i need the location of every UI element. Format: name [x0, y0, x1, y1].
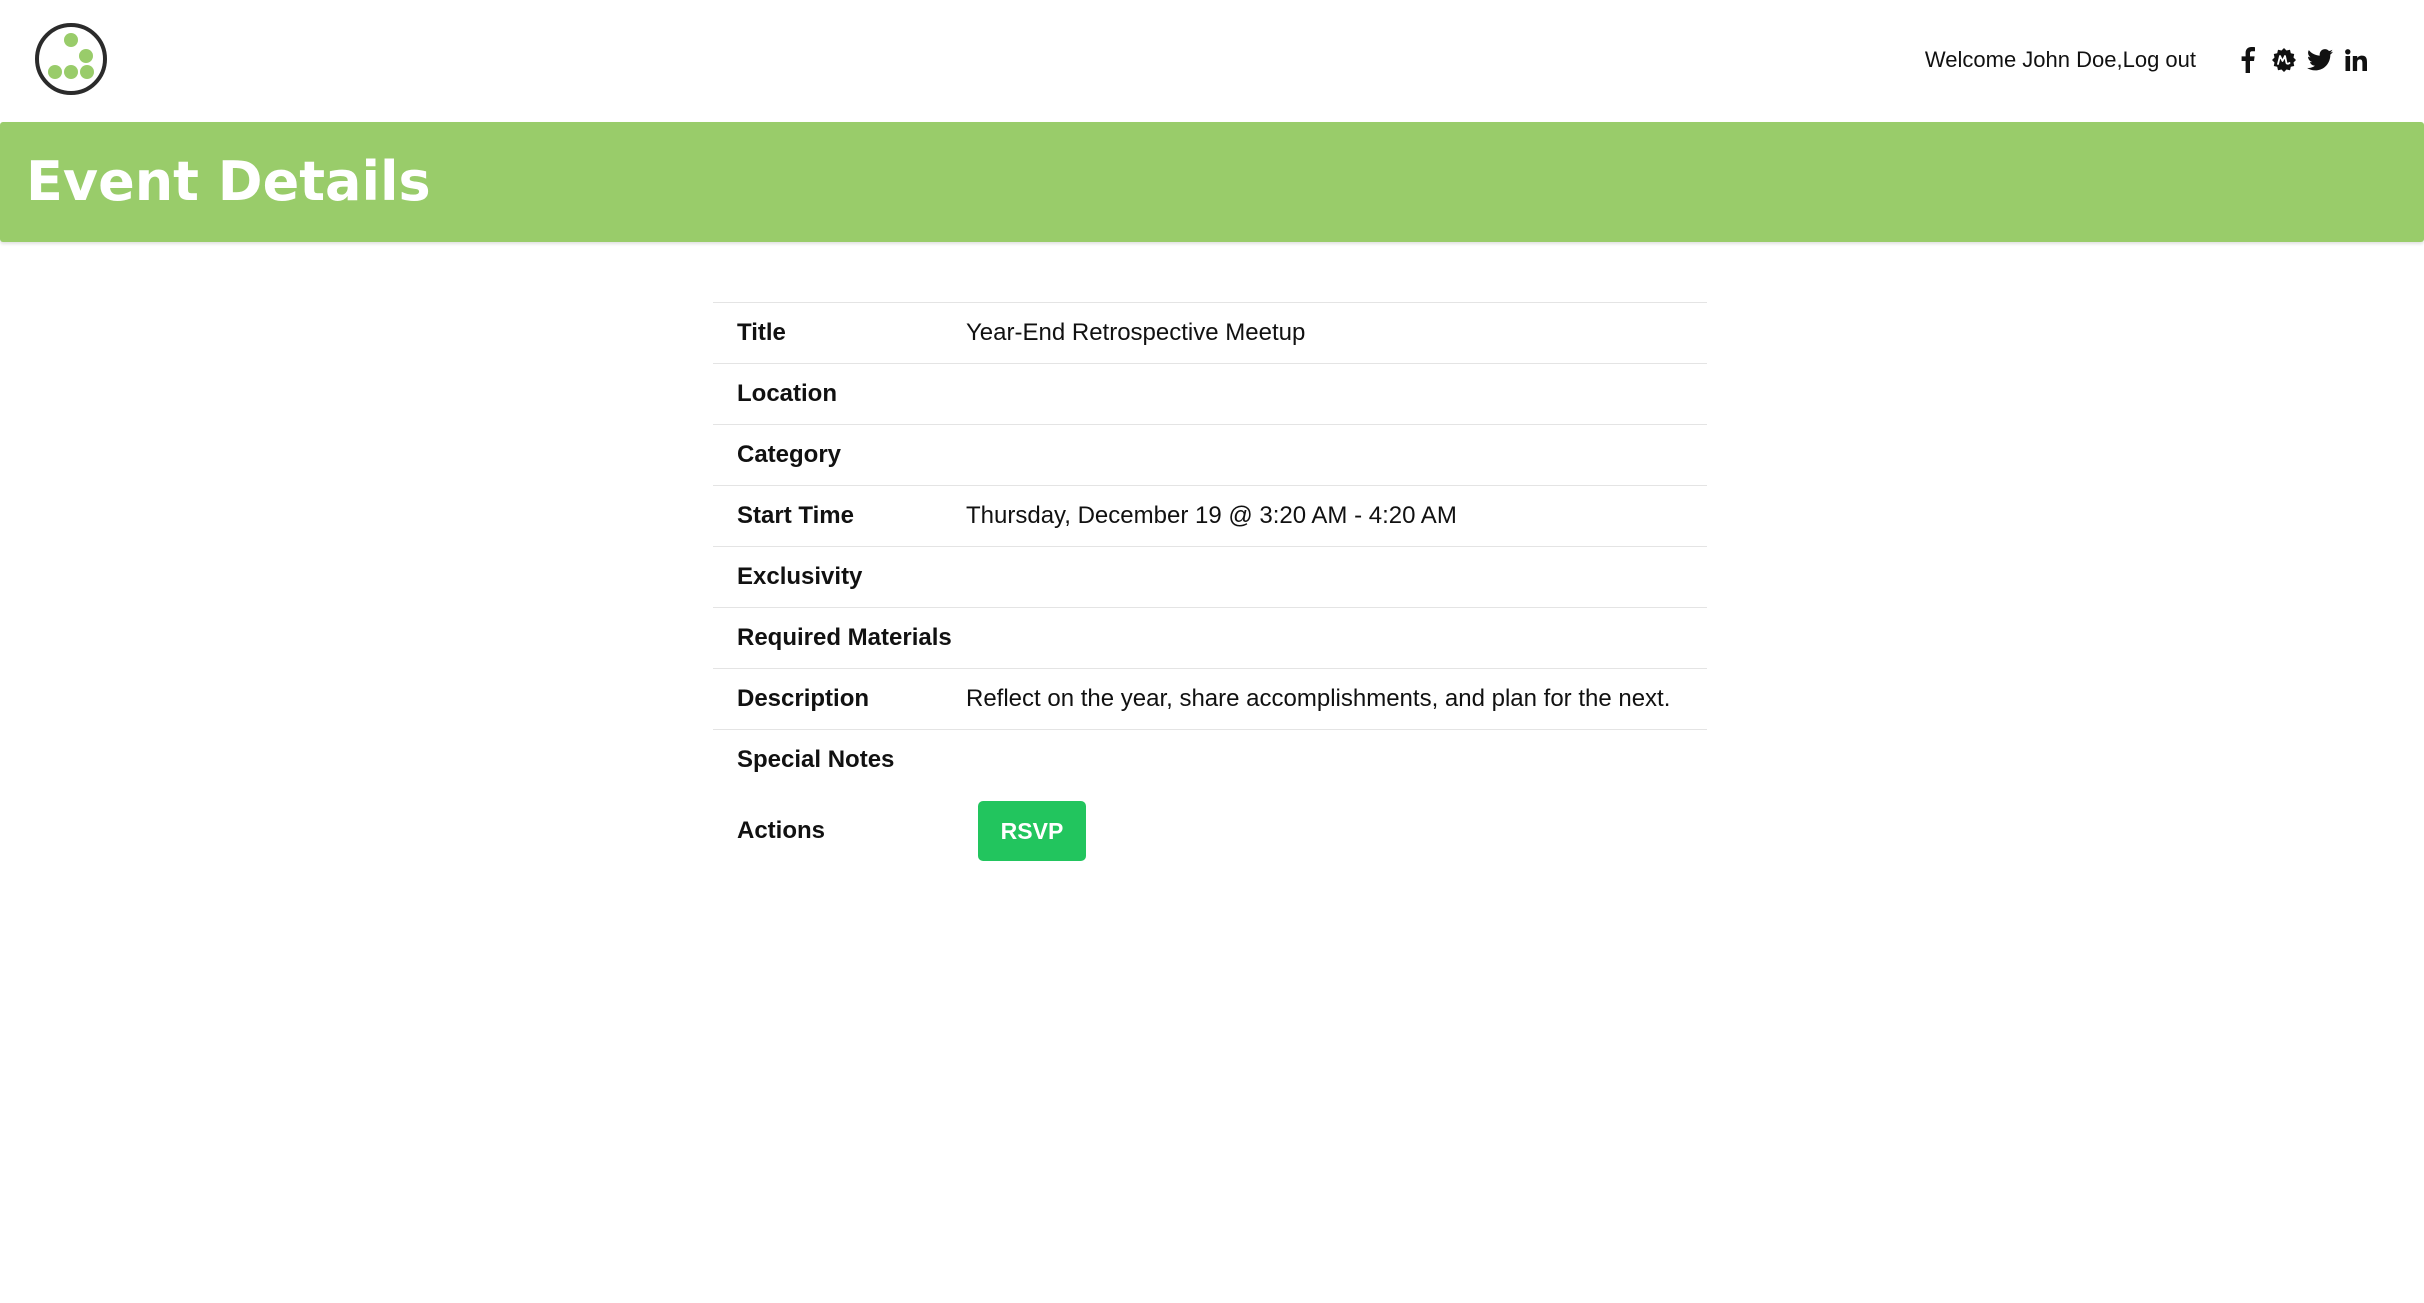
facebook-link[interactable] [2234, 45, 2262, 75]
meetup-icon [2272, 48, 2296, 72]
logo-icon [35, 23, 107, 95]
linkedin-icon [2345, 49, 2367, 71]
twitter-icon [2307, 49, 2333, 71]
social-links [2226, 45, 2370, 75]
detail-row-location: Location [713, 363, 1707, 424]
detail-label: Description [737, 685, 870, 712]
twitter-link[interactable] [2306, 45, 2334, 75]
linkedin-link[interactable] [2342, 45, 2370, 75]
detail-value: Thursday, December 19 @ 3:20 AM - 4:20 A… [966, 502, 1457, 529]
detail-row-actions: Actions RSVP [713, 790, 1707, 872]
detail-label: Location [737, 380, 837, 407]
event-details-table: Title Year-End Retrospective Meetup Loca… [713, 302, 1707, 872]
detail-row-start-time: Start Time Thursday, December 19 @ 3:20 … [713, 485, 1707, 546]
detail-label: Start Time [737, 502, 854, 529]
top-right-area: Welcome John Doe, Log out [1925, 38, 2370, 82]
welcome-text: Welcome John Doe, [1924, 47, 2123, 72]
detail-label: Exclusivity [737, 563, 863, 590]
welcome-message: Welcome John Doe, Log out [1925, 47, 2196, 73]
logout-link[interactable]: Log out [2123, 47, 2196, 73]
detail-value: Year-End Retrospective Meetup [966, 319, 1306, 346]
top-bar: Welcome John Doe, Log out [0, 0, 2424, 122]
detail-value: Reflect on the year, share accomplishmen… [966, 685, 1671, 712]
facebook-icon [2241, 47, 2255, 73]
page-title: Event Details [26, 150, 431, 213]
page-header-band: Event Details [0, 122, 2424, 242]
detail-row-exclusivity: Exclusivity [713, 546, 1707, 607]
rsvp-button[interactable]: RSVP [978, 801, 1086, 861]
detail-label: Category [737, 441, 842, 468]
detail-row-title: Title Year-End Retrospective Meetup [713, 302, 1707, 363]
meetup-link[interactable] [2270, 45, 2298, 75]
detail-label: Required Materials [737, 624, 952, 651]
detail-row-required-materials: Required Materials [713, 607, 1707, 668]
detail-row-category: Category [713, 424, 1707, 485]
logo-link[interactable] [34, 22, 108, 96]
actions-cell: RSVP [966, 801, 1707, 861]
actions-label: Actions [737, 817, 826, 844]
detail-label: Special Notes [737, 746, 895, 773]
detail-row-special-notes: Special Notes [713, 729, 1707, 790]
detail-label: Title [737, 319, 786, 346]
detail-row-description: Description Reflect on the year, share a… [713, 668, 1707, 729]
